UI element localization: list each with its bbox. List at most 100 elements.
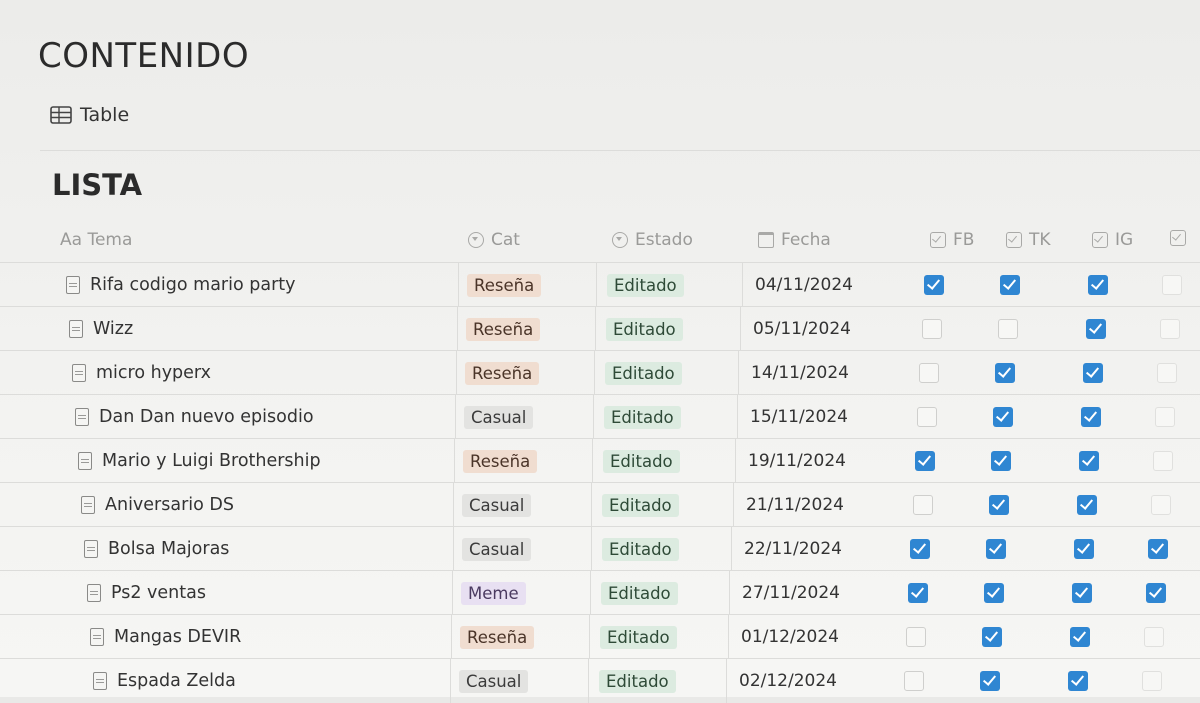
estado-cell[interactable]: Editado [590, 571, 747, 615]
checkbox-cell-extra[interactable] [1152, 263, 1192, 307]
checkbox-fb[interactable] [906, 627, 926, 647]
checkbox-cell-tk[interactable] [976, 527, 1016, 571]
table-row[interactable]: micro hyperx Reseña Editado 14/11/2024 [0, 350, 1200, 395]
checkbox-extra[interactable] [1151, 495, 1171, 515]
checkbox-ig[interactable] [1074, 539, 1094, 559]
cat-cell[interactable]: Reseña [456, 351, 605, 395]
row-title-cell[interactable]: Dan Dan nuevo episodio [75, 395, 455, 439]
column-header-tk[interactable]: TK [1006, 230, 1051, 250]
table-row[interactable]: Rifa codigo mario party Reseña Editado 04/1… [0, 262, 1200, 307]
checkbox-cell-tk[interactable] [981, 439, 1021, 483]
column-header-extra[interactable] [1170, 230, 1186, 246]
table-row[interactable]: Bolsa Majoras Casual Editado 22/11/2024 [0, 526, 1200, 571]
checkbox-cell-tk[interactable] [979, 483, 1019, 527]
fecha-cell[interactable]: 02/12/2024 [726, 659, 909, 703]
database-title[interactable]: LISTA [52, 168, 142, 202]
fecha-cell[interactable]: 04/11/2024 [742, 263, 925, 307]
checkbox-cell-extra[interactable] [1143, 439, 1183, 483]
checkbox-cell-extra[interactable] [1141, 483, 1181, 527]
checkbox-cell-fb[interactable] [905, 439, 945, 483]
checkbox-cell-fb[interactable] [909, 351, 949, 395]
checkbox-fb[interactable] [908, 583, 928, 603]
estado-cell[interactable]: Editado [591, 483, 748, 527]
column-header-fb[interactable]: FB [930, 230, 974, 250]
fecha-cell[interactable]: 05/11/2024 [740, 307, 923, 351]
table-row[interactable]: Mangas DEVIR Reseña Editado 01/12/2024 [0, 614, 1200, 659]
checkbox-cell-tk[interactable] [985, 351, 1025, 395]
checkbox-fb[interactable] [919, 363, 939, 383]
checkbox-ig[interactable] [1072, 583, 1092, 603]
row-title-cell[interactable]: Ps2 ventas [87, 571, 467, 615]
fecha-cell[interactable]: 14/11/2024 [738, 351, 921, 395]
checkbox-cell-fb[interactable] [903, 483, 943, 527]
checkbox-extra[interactable] [1146, 583, 1166, 603]
fecha-cell[interactable]: 19/11/2024 [735, 439, 918, 483]
cat-cell[interactable]: Casual [453, 483, 602, 527]
cat-cell[interactable]: Reseña [458, 263, 607, 307]
checkbox-cell-ig[interactable] [1076, 307, 1116, 351]
cat-cell[interactable]: Reseña [457, 307, 606, 351]
cat-cell[interactable]: Meme [452, 571, 601, 615]
checkbox-cell-ig[interactable] [1078, 263, 1118, 307]
checkbox-tk[interactable] [995, 363, 1015, 383]
cat-cell[interactable]: Casual [453, 527, 602, 571]
checkbox-cell-ig[interactable] [1073, 351, 1113, 395]
checkbox-ig[interactable] [1088, 275, 1108, 295]
checkbox-tk[interactable] [980, 671, 1000, 691]
estado-cell[interactable]: Editado [592, 439, 749, 483]
checkbox-tk[interactable] [986, 539, 1006, 559]
column-header-estado[interactable]: Estado [612, 230, 693, 250]
checkbox-ig[interactable] [1079, 451, 1099, 471]
row-title-cell[interactable]: Mangas DEVIR [90, 615, 470, 659]
checkbox-cell-tk[interactable] [974, 571, 1014, 615]
fecha-cell[interactable]: 21/11/2024 [733, 483, 916, 527]
checkbox-tk[interactable] [993, 407, 1013, 427]
table-row[interactable]: Ps2 ventas Meme Editado 27/11/2024 [0, 570, 1200, 615]
table-row[interactable]: Wizz Reseña Editado 05/11/2024 [0, 306, 1200, 351]
cat-cell[interactable]: Reseña [451, 615, 600, 659]
estado-cell[interactable]: Editado [594, 351, 751, 395]
checkbox-ig[interactable] [1077, 495, 1097, 515]
checkbox-ig[interactable] [1081, 407, 1101, 427]
checkbox-ig[interactable] [1068, 671, 1088, 691]
checkbox-extra[interactable] [1142, 671, 1162, 691]
cat-cell[interactable]: Casual [455, 395, 604, 439]
checkbox-cell-extra[interactable] [1134, 615, 1174, 659]
checkbox-fb[interactable] [910, 539, 930, 559]
checkbox-tk[interactable] [984, 583, 1004, 603]
checkbox-tk[interactable] [991, 451, 1011, 471]
checkbox-cell-extra[interactable] [1150, 307, 1190, 351]
checkbox-cell-ig[interactable] [1069, 439, 1109, 483]
fecha-cell[interactable]: 22/11/2024 [731, 527, 914, 571]
checkbox-cell-tk[interactable] [990, 263, 1030, 307]
checkbox-cell-ig[interactable] [1062, 571, 1102, 615]
table-row[interactable]: Aniversario DS Casual Editado 21/11/2024 [0, 482, 1200, 527]
checkbox-extra[interactable] [1160, 319, 1180, 339]
column-header-tema[interactable]: Aa Tema [60, 230, 132, 250]
checkbox-fb[interactable] [915, 451, 935, 471]
checkbox-cell-fb[interactable] [894, 659, 934, 703]
checkbox-fb[interactable] [917, 407, 937, 427]
cat-cell[interactable]: Reseña [454, 439, 603, 483]
checkbox-cell-ig[interactable] [1058, 659, 1098, 703]
column-header-cat[interactable]: Cat [468, 230, 520, 250]
checkbox-cell-ig[interactable] [1060, 615, 1100, 659]
column-header-fecha[interactable]: Fecha [758, 230, 831, 250]
checkbox-cell-tk[interactable] [970, 659, 1010, 703]
checkbox-cell-ig[interactable] [1064, 527, 1104, 571]
checkbox-tk[interactable] [998, 319, 1018, 339]
checkbox-cell-extra[interactable] [1145, 395, 1185, 439]
estado-cell[interactable]: Editado [596, 263, 753, 307]
estado-cell[interactable]: Editado [593, 395, 750, 439]
checkbox-extra[interactable] [1144, 627, 1164, 647]
table-row[interactable]: Mario y Luigi Brothership Reseña Editado 19… [0, 438, 1200, 483]
checkbox-cell-tk[interactable] [988, 307, 1028, 351]
tab-table-view[interactable]: Table [50, 104, 129, 126]
estado-cell[interactable]: Editado [589, 615, 746, 659]
checkbox-extra[interactable] [1157, 363, 1177, 383]
checkbox-cell-fb[interactable] [914, 263, 954, 307]
checkbox-cell-extra[interactable] [1132, 659, 1172, 703]
checkbox-cell-fb[interactable] [896, 615, 936, 659]
checkbox-cell-fb[interactable] [912, 307, 952, 351]
estado-cell[interactable]: Editado [595, 307, 752, 351]
